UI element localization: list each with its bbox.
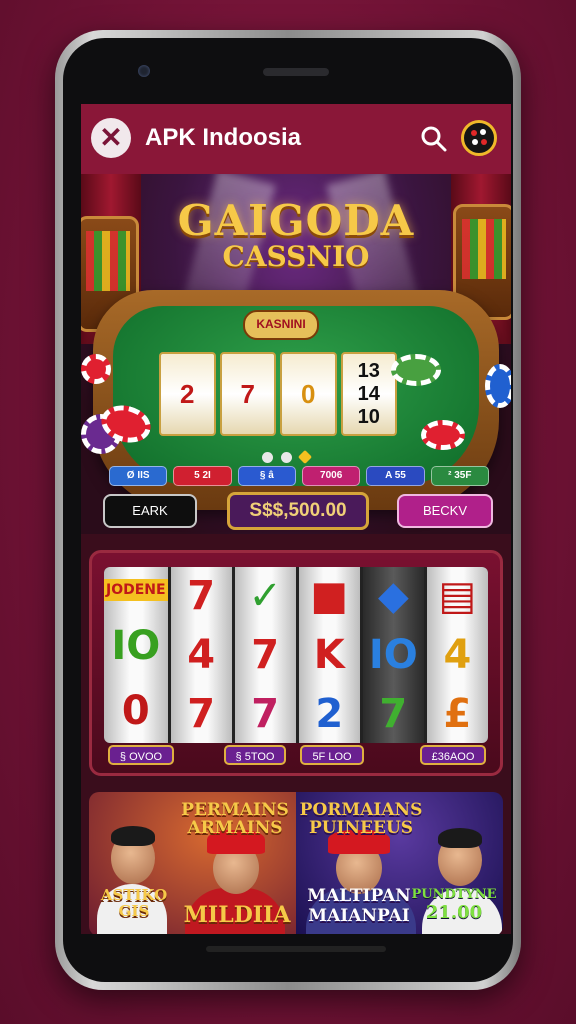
- carousel-dot[interactable]: [262, 452, 273, 463]
- poker-chip-icon: [421, 420, 465, 450]
- slot-symbol: 4: [187, 631, 216, 678]
- hero-title: GAIGODA: [177, 196, 415, 245]
- poker-chip-icon: [485, 364, 511, 408]
- hero-reels: 2 7 0 13 14 10: [159, 352, 397, 436]
- slot-symbol: 7: [251, 631, 280, 678]
- slot-symbol: IO: [368, 631, 418, 678]
- earpiece-speaker: [263, 68, 329, 76]
- hero-reel: 2: [159, 352, 216, 436]
- front-camera: [138, 65, 150, 77]
- balance-display: S$$,500.00: [227, 492, 369, 530]
- promo-side-text: ASTIKO: [100, 886, 168, 904]
- phone-frame: ✕ APK Indoosia GAIGODA CASSNIO KASNINI 2…: [55, 30, 521, 990]
- phone-bezel: ✕ APK Indoosia GAIGODA CASSNIO KASNINI 2…: [63, 38, 513, 982]
- slot-symbol: £: [443, 690, 472, 737]
- home-indicator[interactable]: [206, 946, 386, 952]
- hero-reel: 0: [280, 352, 337, 436]
- app-logo-icon[interactable]: [461, 120, 497, 156]
- slot-symbol: IO: [111, 622, 161, 669]
- slot-reel: ▤ 4 £: [426, 567, 488, 743]
- bet-label[interactable]: £36AOO: [420, 745, 486, 765]
- badge: 5 2I: [173, 466, 232, 486]
- hero-actions: EARK S$$,500.00 BECKV: [101, 492, 493, 530]
- badge: A 55: [366, 466, 425, 486]
- badge: Ø IIS: [109, 466, 168, 486]
- promo-caption: MILDIIA: [183, 902, 291, 928]
- slot-symbol: 2: [315, 690, 344, 737]
- badge: § â: [237, 466, 296, 486]
- promo-caption: MALTIPAN: [307, 886, 411, 906]
- poker-chip-icon: [81, 354, 111, 384]
- hero-reel: 7: [219, 352, 276, 436]
- promo-title: PORMAIANS: [299, 800, 423, 820]
- promo-banner[interactable]: PERMAINS ARMAINS ASTIKO GIS MILDIIA PORM…: [89, 792, 503, 934]
- slot-symbol: 0: [121, 687, 150, 734]
- promo-side-text: PUNDTYNE: [411, 887, 497, 902]
- slot-symbol: 7: [379, 690, 408, 737]
- slot-symbol: 7: [187, 573, 216, 620]
- slot-symbol: K: [313, 631, 345, 678]
- back-button[interactable]: BECKV: [397, 494, 493, 528]
- earn-button[interactable]: EARK: [103, 494, 197, 528]
- hero-subtitle: CASSNIO: [222, 240, 370, 273]
- slot-reels: JODENE IO 0 7 4 7 ✓ 7 7 ■ K 2 ◆ IO 7 ▤ 4…: [104, 567, 488, 743]
- badge: 7006: [301, 466, 361, 486]
- carousel-dot-active[interactable]: [297, 449, 313, 465]
- slot-machine[interactable]: JODENE IO 0 7 4 7 ✓ 7 7 ■ K 2 ◆ IO 7 ▤ 4…: [89, 550, 503, 776]
- slot-symbol: 4: [443, 631, 472, 678]
- poker-chip-icon: [391, 354, 441, 386]
- hero-reel: 13 14 10: [340, 352, 397, 436]
- slot-symbol: JODENE: [104, 579, 168, 602]
- bet-label[interactable]: 5F LOO: [300, 745, 364, 765]
- casino-hero-banner[interactable]: GAIGODA CASSNIO KASNINI 2 7 0 13 14 10 Ø…: [81, 174, 511, 534]
- app-title: APK Indoosia: [145, 124, 302, 151]
- person-hair: [438, 828, 482, 848]
- promo-side-text: 21.00: [425, 902, 483, 923]
- table-sign: KASNINI: [243, 310, 319, 340]
- slot-symbol: 7: [251, 690, 280, 737]
- promo-caption: MAIANPAI: [308, 906, 410, 926]
- slot-symbol: 7: [187, 690, 216, 737]
- bet-label[interactable]: § 5TOO: [224, 745, 286, 765]
- slot-symbol: ▤: [438, 573, 477, 620]
- slot-reel: 7 4 7: [170, 567, 232, 743]
- promo-side-text: GIS: [118, 902, 150, 920]
- slot-symbol: ◆: [377, 573, 409, 620]
- carousel-dot[interactable]: [281, 452, 292, 463]
- slot-reel: ◆ IO 7: [362, 567, 424, 743]
- app-screen: ✕ APK Indoosia GAIGODA CASSNIO KASNINI 2…: [81, 104, 511, 934]
- carousel-dots: [251, 449, 321, 465]
- slot-reel: ■ K 2: [298, 567, 360, 743]
- slot-bet-labels: § OVOO § 5TOO 5F LOO £36AOO: [108, 745, 488, 767]
- slot-symbol: ■: [310, 573, 349, 620]
- app-header: ✕ APK Indoosia: [81, 104, 511, 174]
- slot-reel: ✓ 7 7: [234, 567, 296, 743]
- slot-reel: JODENE IO 0: [104, 567, 168, 743]
- person-hair: [111, 826, 155, 846]
- search-icon[interactable]: [419, 124, 449, 154]
- slot-symbol: ✓: [248, 573, 282, 620]
- badge: ² 35F: [430, 466, 489, 486]
- promo-title: ARMAINS: [187, 818, 283, 838]
- promo-title: PUINEEUS: [308, 818, 414, 838]
- promo-panel-left[interactable]: PERMAINS ARMAINS ASTIKO GIS MILDIIA: [89, 792, 296, 934]
- promo-panel-right[interactable]: PORMAIANS PUINEEUS MALTIPAN MAIANPAI PUN…: [296, 792, 503, 934]
- bet-label[interactable]: § OVOO: [108, 745, 174, 765]
- hero-badges: Ø IIS 5 2I § â 7006 A 55 ² 35F: [109, 466, 489, 486]
- promo-title: PERMAINS: [181, 800, 289, 820]
- close-icon[interactable]: ✕: [91, 118, 131, 158]
